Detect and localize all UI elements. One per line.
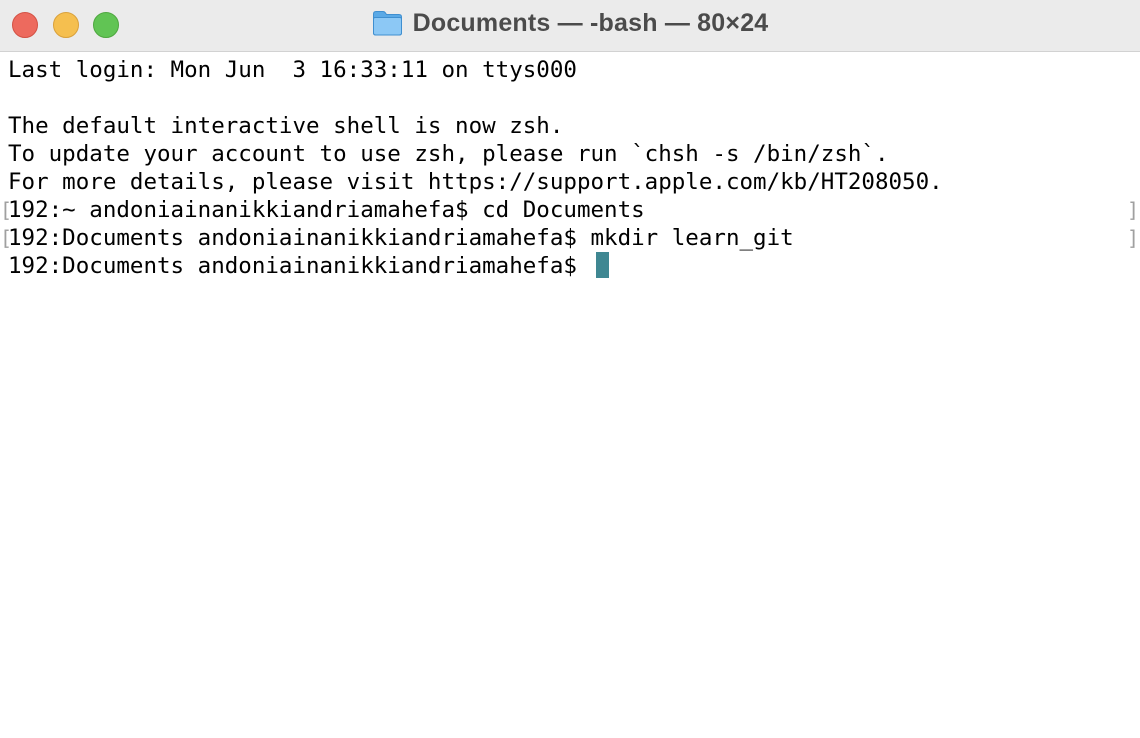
mark-bracket-right: ] — [1127, 198, 1140, 222]
title-bar[interactable]: Documents — -bash — 80×24 — [0, 0, 1140, 52]
mark-bracket-left: [ — [0, 198, 13, 222]
terminal-line: 192:~ andoniainanikkiandriamahefa$ cd Do… — [8, 197, 645, 223]
folder-icon — [372, 11, 402, 36]
text-cursor — [596, 252, 610, 278]
terminal-line: To update your account to use zsh, pleas… — [8, 141, 889, 167]
window-title-group: Documents — -bash — 80×24 — [0, 0, 1140, 46]
terminal-window: Documents — -bash — 80×24 Last login: Mo… — [0, 0, 1140, 738]
terminal-line: For more details, please visit https://s… — [8, 169, 943, 195]
mark-bracket-left: [ — [0, 226, 13, 250]
terminal-line: 192:Documents andoniainanikkiandriamahef… — [8, 225, 794, 251]
window-title: Documents — -bash — 80×24 — [412, 8, 769, 37]
mark-bracket-right: ] — [1127, 226, 1140, 250]
terminal-line: The default interactive shell is now zsh… — [8, 113, 564, 139]
terminal-output[interactable]: Last login: Mon Jun 3 16:33:11 on ttys00… — [0, 56, 1140, 738]
terminal-prompt: 192:Documents andoniainanikkiandriamahef… — [8, 253, 591, 279]
terminal-prompt-line: 192:Documents andoniainanikkiandriamahef… — [8, 252, 610, 280]
terminal-line: Last login: Mon Jun 3 16:33:11 on ttys00… — [8, 57, 577, 83]
